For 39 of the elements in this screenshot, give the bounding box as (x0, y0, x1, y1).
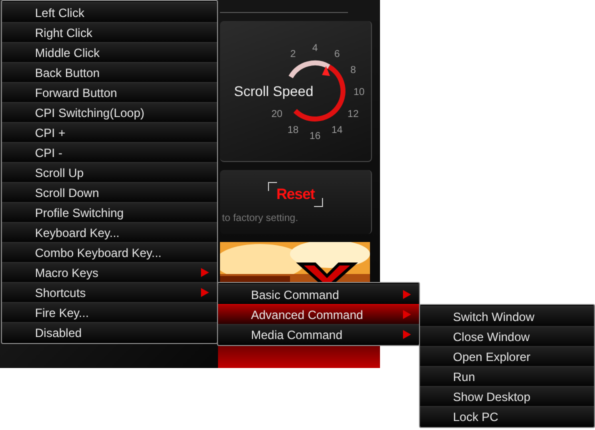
menu-item[interactable]: Open Explorer (420, 346, 594, 366)
menu-item[interactable]: Show Desktop (420, 386, 594, 406)
menu-item[interactable]: Close Window (420, 326, 594, 346)
menu-item[interactable]: Forward Button (2, 82, 217, 102)
reset-button[interactable]: Reset (268, 182, 323, 207)
menu-item[interactable]: Scroll Up (2, 162, 217, 182)
menu-item[interactable]: Scroll Down (2, 182, 217, 202)
menu-item[interactable]: CPI Switching(Loop) (2, 102, 217, 122)
menu-item[interactable]: Combo Keyboard Key... (2, 242, 217, 262)
dial-tick-label: 20 (271, 109, 282, 120)
menu-item[interactable]: CPI - (2, 142, 217, 162)
menu-item[interactable]: Run (420, 366, 594, 386)
menu-item[interactable]: Disabled (2, 322, 217, 342)
menu-item[interactable]: Lock PC (420, 406, 594, 426)
dial-tick-label: 14 (331, 125, 343, 136)
dial-tick-label: 12 (348, 109, 359, 120)
menu-item[interactable]: Back Button (2, 62, 217, 82)
dial-label: Scroll Speed (234, 83, 314, 99)
menu-item[interactable]: Fire Key... (2, 302, 217, 322)
menu-item[interactable]: Media Command (218, 324, 419, 344)
dial-tick-label: 2 (290, 48, 296, 60)
dial-tick-label: 4 (312, 43, 318, 54)
menu-item[interactable]: Keyboard Key... (2, 222, 217, 242)
menu-item[interactable]: Profile Switching (2, 202, 217, 222)
menu-item[interactable]: Switch Window (420, 306, 594, 326)
menu-item[interactable]: Macro Keys (2, 262, 217, 282)
dial-tick-label: 8 (350, 65, 356, 76)
menu-item[interactable]: Shortcuts (2, 282, 217, 302)
menu-item[interactable]: Basic Command (218, 284, 419, 304)
dial-tick-label: 16 (309, 131, 321, 142)
dial-tick-label: 18 (287, 125, 299, 136)
menu-item[interactable]: Middle Click (2, 42, 217, 62)
menu-item[interactable]: Right Click (2, 22, 217, 42)
menu-item[interactable]: CPI + (2, 122, 217, 142)
menu-item[interactable]: Left Click (2, 2, 217, 22)
dial-tick-label: 6 (334, 48, 340, 60)
dial-tick-label: 10 (353, 87, 365, 98)
menu-item[interactable]: Advanced Command (218, 304, 419, 324)
reset-note: to factory setting. (221, 213, 298, 224)
